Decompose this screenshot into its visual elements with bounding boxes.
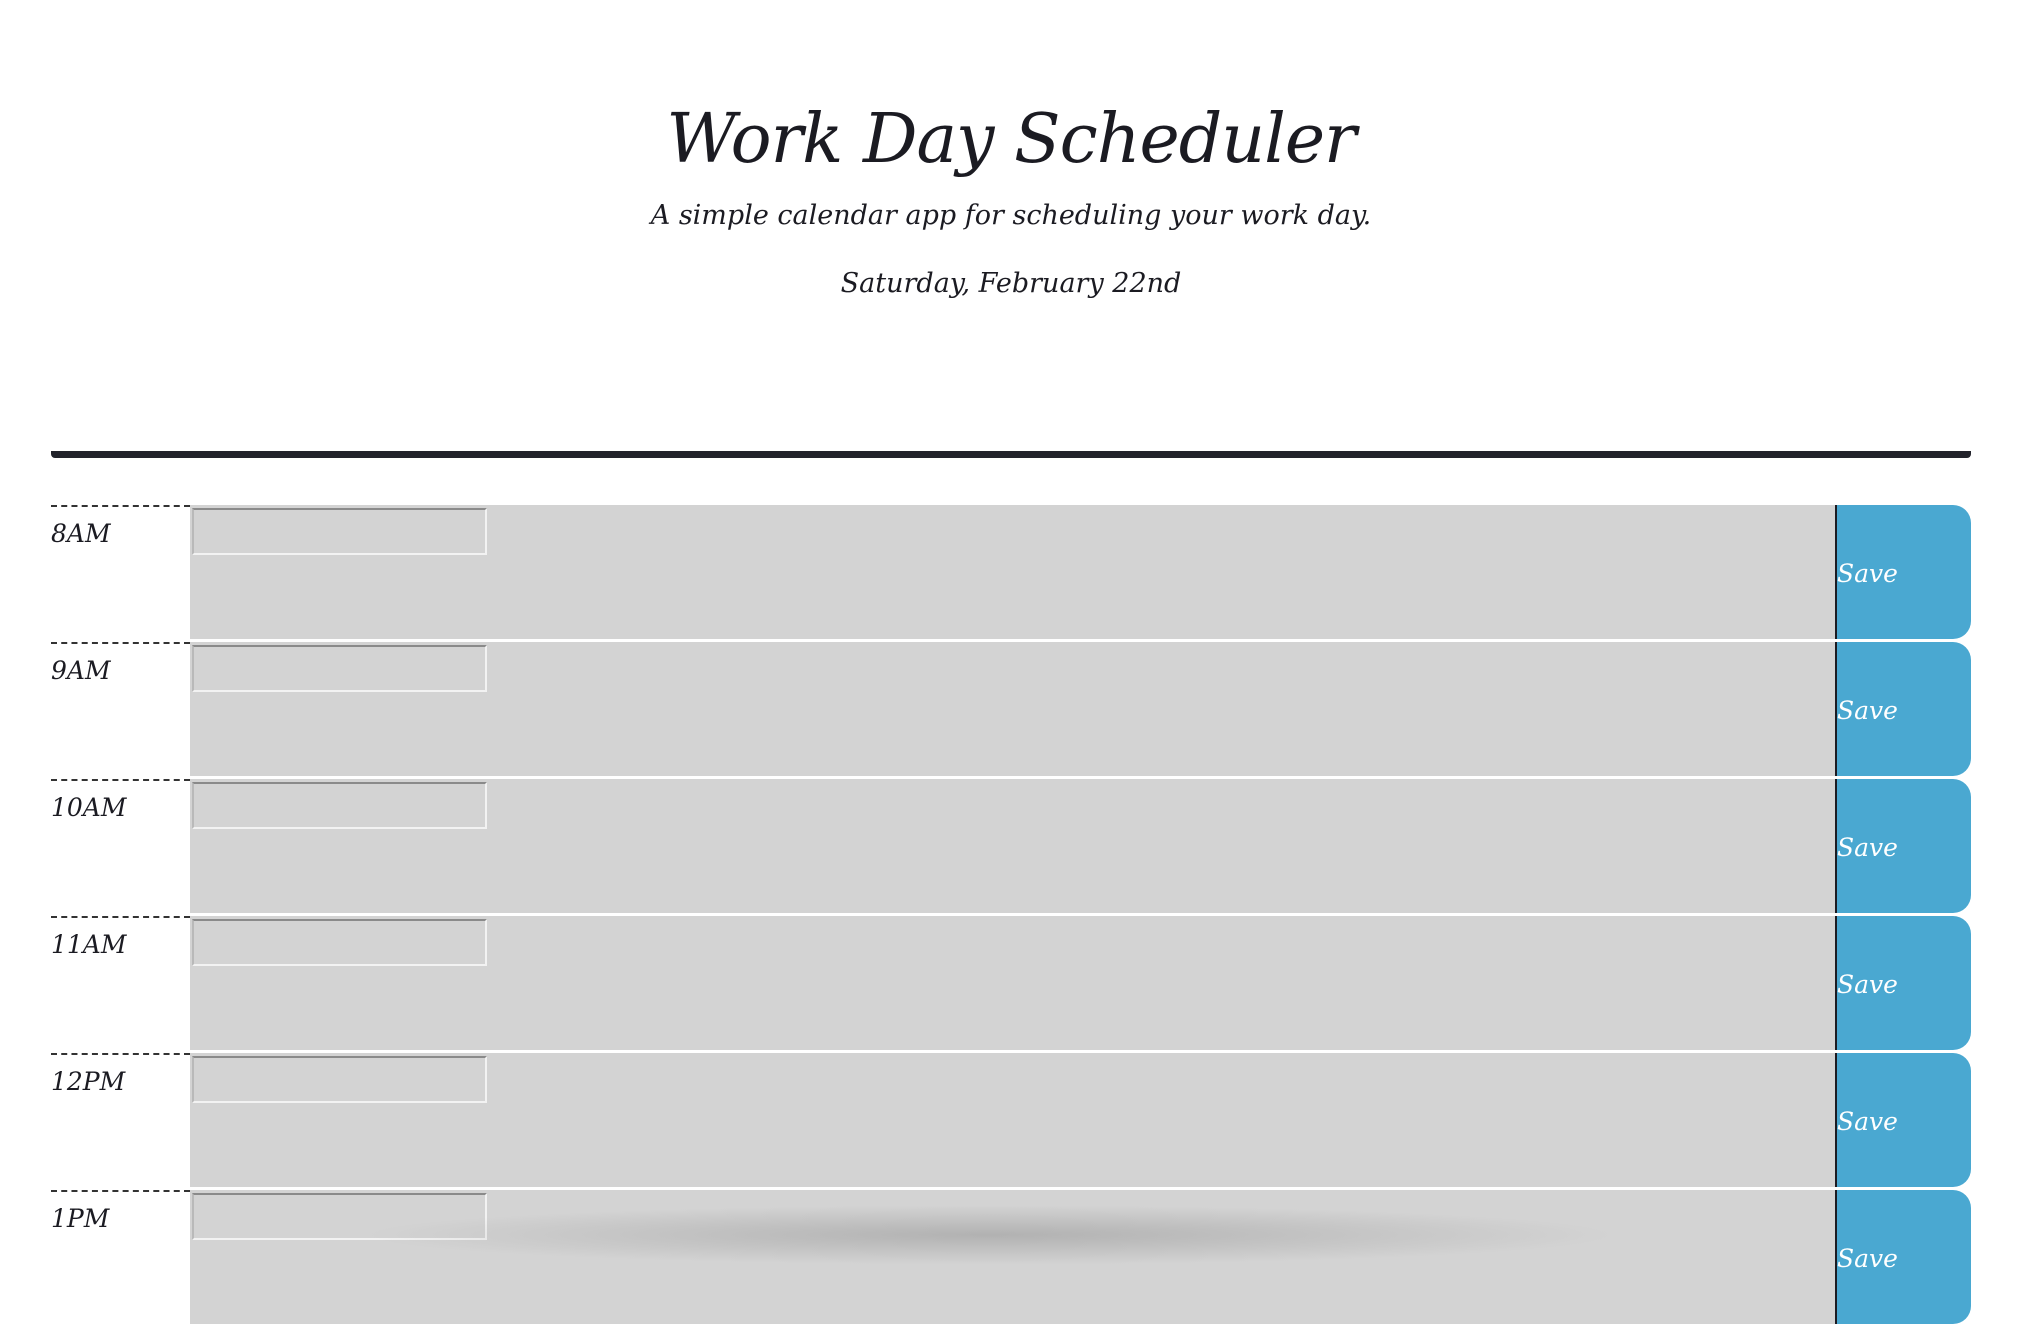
hour-label: 9AM (51, 642, 190, 778)
event-description[interactable] (190, 916, 1835, 1052)
event-description[interactable] (190, 779, 1835, 915)
event-description[interactable] (190, 505, 1835, 641)
hour-label: 1PM (51, 1190, 190, 1326)
event-input[interactable] (192, 1193, 487, 1240)
event-description[interactable] (190, 1190, 1835, 1326)
event-input[interactable] (192, 1056, 487, 1103)
event-input[interactable] (192, 508, 487, 555)
event-input[interactable] (192, 919, 487, 966)
save-button[interactable]: Save (1835, 642, 1971, 776)
time-block-10am: 10AM Save (51, 779, 1971, 915)
event-description[interactable] (190, 1053, 1835, 1189)
time-block-9am: 9AM Save (51, 642, 1971, 778)
current-day: Saturday, February 22nd (840, 268, 1182, 299)
save-button[interactable]: Save (1835, 505, 1971, 639)
save-button[interactable]: Save (1835, 1190, 1971, 1324)
event-description[interactable] (190, 642, 1835, 778)
hour-label: 10AM (51, 779, 190, 915)
save-button[interactable]: Save (1835, 779, 1971, 913)
time-block-12pm: 12PM Save (51, 1053, 1971, 1189)
time-block-1pm: 1PM Save (51, 1190, 1971, 1326)
event-input[interactable] (192, 782, 487, 829)
schedule: 8AM Save 9AM Save 10AM Save 11AM Save 12… (51, 505, 1971, 1327)
save-button[interactable]: Save (1835, 916, 1971, 1050)
hour-label: 8AM (51, 505, 190, 641)
header: Work Day Scheduler A simple calendar app… (51, 0, 1971, 458)
page-title: Work Day Scheduler (666, 100, 1356, 179)
event-input[interactable] (192, 645, 487, 692)
time-block-8am: 8AM Save (51, 505, 1971, 641)
hour-label: 12PM (51, 1053, 190, 1189)
save-button[interactable]: Save (1835, 1053, 1971, 1187)
time-block-11am: 11AM Save (51, 916, 1971, 1052)
hour-label: 11AM (51, 916, 190, 1052)
page-subtitle: A simple calendar app for scheduling you… (650, 200, 1372, 231)
